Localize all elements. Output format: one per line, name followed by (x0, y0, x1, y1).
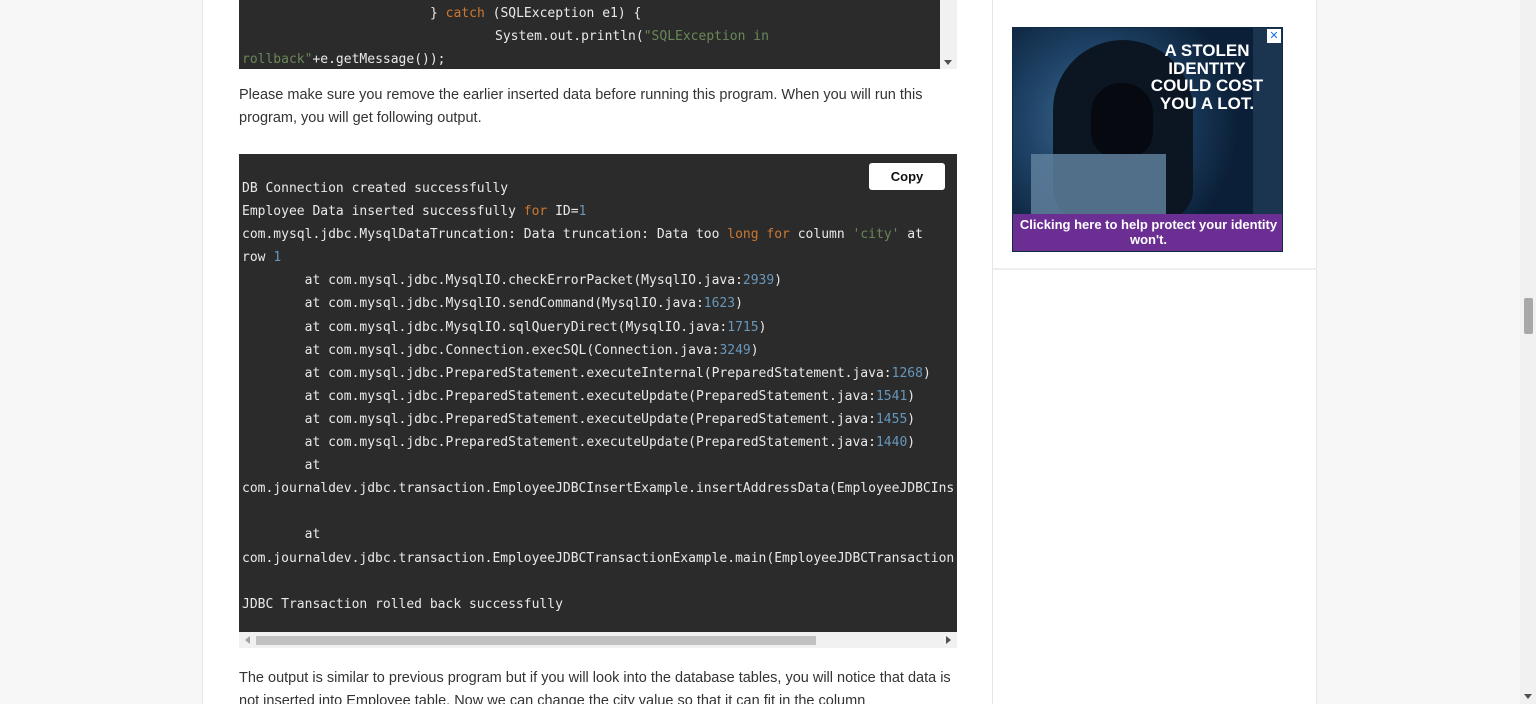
code-text: com.mysql.jdbc.MysqlDataTruncation: Data… (242, 227, 728, 243)
code-text: at (899, 227, 923, 243)
code-text: at com.mysql.jdbc.MysqlIO.sendCommand(My… (242, 296, 704, 312)
output-line: com.journaldev.jdbc.transaction.Employee… (242, 547, 954, 570)
code-vertical-scrollbar[interactable] (940, 0, 957, 69)
code-num: 1455 (875, 411, 908, 427)
code-text: at com.mysql.jdbc.Connection.execSQL(Con… (242, 342, 720, 358)
ad-tagline[interactable]: Clicking here to help protect your ident… (1013, 214, 1282, 251)
output-line: at com.mysql.jdbc.PreparedStatement.exec… (242, 431, 954, 454)
output-line: at com.mysql.jdbc.Connection.execSQL(Con… (242, 339, 954, 362)
code-string: rollback" (242, 52, 313, 67)
advertisement-banner[interactable]: A STOLEN IDENTITY COULD COST YOU A LOT. … (1012, 27, 1283, 252)
output-line: at (242, 454, 954, 477)
output-line: com.journaldev.jdbc.transaction.Employee… (242, 477, 954, 500)
code-text: JDBC Transaction rolled back successfull… (242, 596, 563, 612)
code-text: row (242, 250, 274, 266)
code-text: com.journaldev.jdbc.transaction.Employee… (242, 550, 955, 566)
code-num: 1541 (875, 388, 908, 404)
output-line: JDBC Transaction rolled back successfull… (242, 593, 954, 616)
output-line: at com.mysql.jdbc.MysqlIO.checkErrorPack… (242, 269, 954, 292)
code-num: 1 (578, 204, 587, 220)
code-text: ) (774, 273, 783, 289)
code-text: ID= (547, 204, 579, 220)
paragraph: The output is similar to previous progra… (239, 670, 951, 704)
code-num: 2939 (742, 273, 775, 289)
code-text: DB Connection created successfully (242, 181, 509, 196)
code-text: ) (735, 296, 743, 312)
code-text: Employee Data inserted successfully (242, 204, 524, 220)
window-scrollbar[interactable] (1520, 0, 1536, 704)
code-text: ) (922, 365, 931, 381)
code-num: 1623 (703, 296, 736, 312)
scroll-left-arrow-icon[interactable] (245, 636, 250, 644)
code-text: (SQLException e1) { (484, 6, 642, 21)
code-text: at com.mysql.jdbc.PreparedStatement.exec… (242, 435, 876, 451)
code-kw: for (523, 204, 548, 220)
page-wrap: } catch (SQLException e1) { System.out.p… (202, 0, 1317, 704)
output-line: com.mysql.jdbc.MysqlDataTruncation: Data… (242, 223, 954, 246)
code-line: } catch (SQLException e1) { (430, 6, 641, 21)
code-num: 3249 (719, 342, 751, 358)
window-scrollbar-thumb[interactable] (1524, 298, 1533, 334)
code-horizontal-scrollbar[interactable] (239, 632, 957, 648)
output-line: at com.mysql.jdbc.MysqlIO.sqlQueryDirect… (242, 316, 954, 339)
code-kw: long (727, 227, 759, 243)
paragraph: Please make sure you remove the earlier … (239, 87, 923, 126)
output-line: DB Connection created successfully (242, 177, 954, 200)
output-line: at com.mysql.jdbc.PreparedStatement.exec… (242, 362, 954, 385)
code-text: +e.getMessage()); (312, 52, 446, 67)
output-text: DB Connection created successfully Employ… (242, 177, 954, 616)
copy-button[interactable]: Copy (869, 163, 945, 190)
ad-headline[interactable]: A STOLEN IDENTITY COULD COST YOU A LOT. (1139, 42, 1275, 112)
code-text: ) (907, 435, 916, 451)
code-text: ) (750, 342, 759, 358)
code-text: System.out.println( (495, 29, 644, 44)
code-kw: for (766, 227, 790, 243)
code-text: ) (758, 319, 767, 335)
code-text: com.journaldev.jdbc.transaction.Employee… (242, 481, 955, 497)
output-line: at com.mysql.jdbc.PreparedStatement.exec… (242, 408, 954, 431)
output-line: at (242, 523, 954, 546)
output-line: row 1 (242, 246, 954, 269)
code-line: rollback"+e.getMessage()); (242, 52, 446, 67)
close-icon[interactable]: ✕ (1267, 29, 1281, 43)
output-line: at com.mysql.jdbc.MysqlIO.sendCommand(My… (242, 292, 954, 315)
scroll-down-arrow-icon[interactable] (944, 60, 952, 65)
code-text: ) (907, 411, 916, 427)
sidebar-divider (993, 268, 1317, 270)
sidebar: A STOLEN IDENTITY COULD COST YOU A LOT. … (993, 0, 1318, 704)
code-keyword: catch (445, 6, 485, 21)
code-text: at com.mysql.jdbc.MysqlIO.checkErrorPack… (242, 273, 743, 289)
code-num: 1 (273, 250, 282, 266)
code-text: column (789, 227, 853, 243)
code-text: at (242, 527, 321, 543)
code-string: "SQLException in (643, 29, 769, 44)
code-text: at com.mysql.jdbc.MysqlIO.sqlQueryDirect… (242, 319, 728, 335)
article-content: } catch (SQLException e1) { System.out.p… (239, 0, 957, 704)
code-num: 1715 (727, 319, 759, 335)
code-text: at (242, 458, 321, 474)
code-text: } (430, 6, 446, 21)
code-num: 1440 (875, 435, 908, 451)
code-text: ) (907, 388, 916, 404)
scroll-down-arrow-icon[interactable] (1524, 694, 1532, 699)
scroll-right-arrow-icon[interactable] (946, 636, 951, 644)
scrollbar-thumb[interactable] (256, 636, 816, 645)
output-line: at com.mysql.jdbc.PreparedStatement.exec… (242, 385, 954, 408)
code-block-output: DB Connection created successfully Employ… (239, 154, 957, 648)
output-line: Employee Data inserted successfully for … (242, 200, 954, 223)
code-str: 'city' (852, 227, 900, 243)
code-text: at com.mysql.jdbc.PreparedStatement.exec… (242, 365, 892, 381)
code-text: at com.mysql.jdbc.PreparedStatement.exec… (242, 411, 876, 427)
code-block-source: } catch (SQLException e1) { System.out.p… (239, 0, 957, 69)
code-text: at com.mysql.jdbc.PreparedStatement.exec… (242, 388, 876, 404)
code-num: 1268 (891, 365, 923, 381)
code-line: System.out.println("SQLException in (495, 29, 769, 44)
